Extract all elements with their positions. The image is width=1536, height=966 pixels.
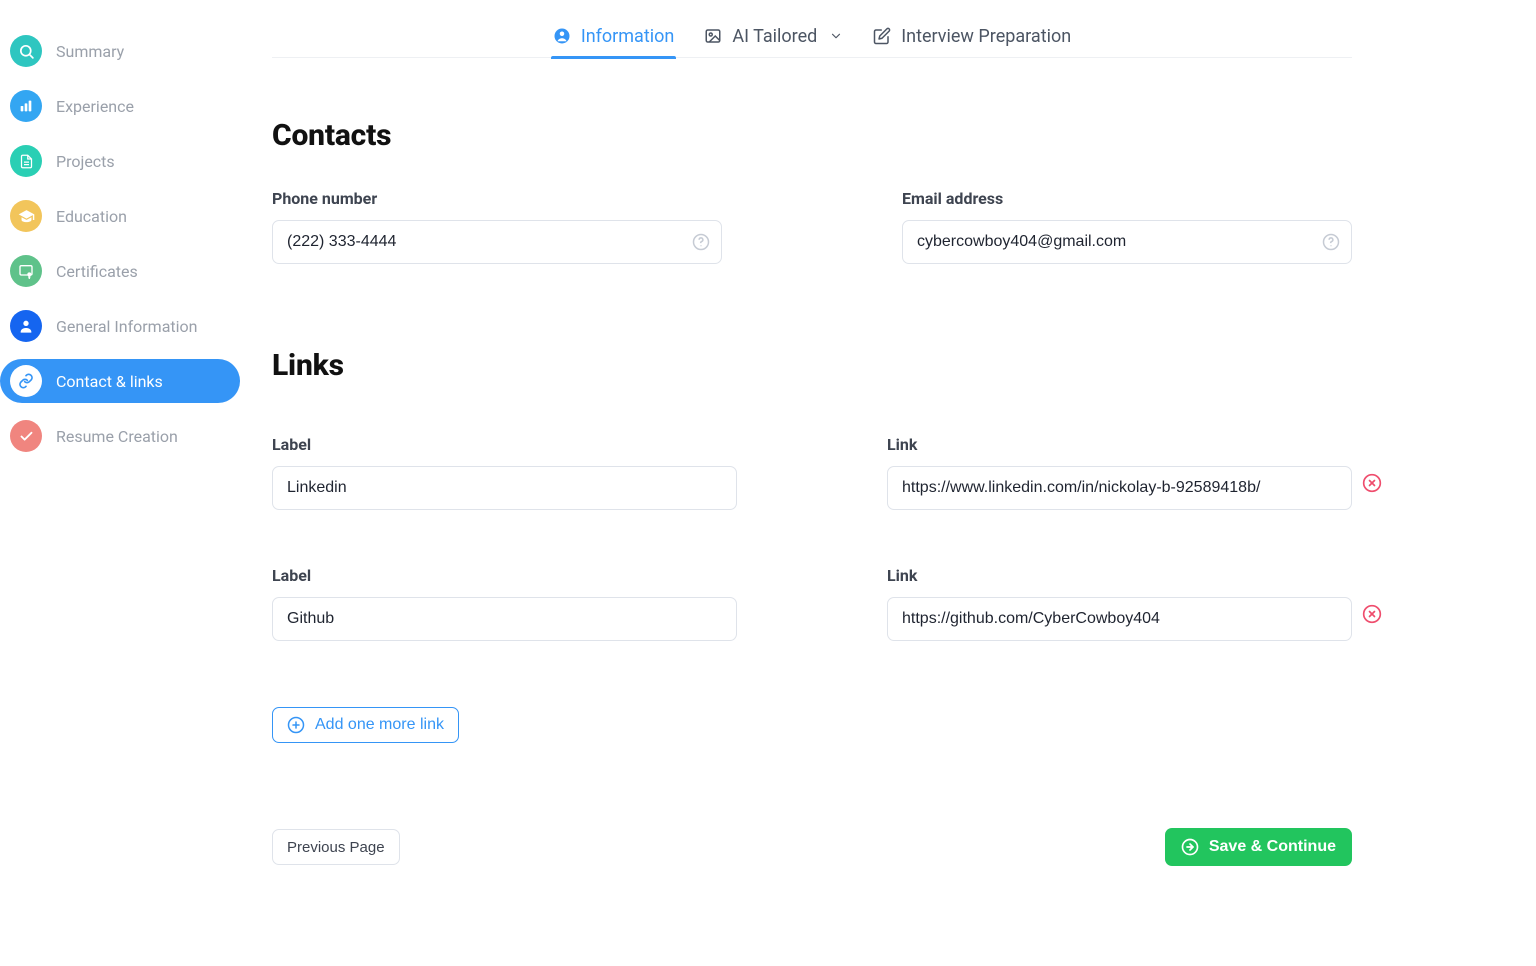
person-circle-icon [553, 27, 571, 45]
sidebar-item-label: Projects [56, 152, 115, 171]
person-icon [10, 310, 42, 342]
link-label-input[interactable] [272, 597, 737, 641]
phone-input[interactable] [272, 220, 722, 264]
bar-chart-icon [10, 90, 42, 122]
footer-actions: Previous Page Save & Continue [272, 828, 1352, 866]
link-url-input[interactable] [887, 466, 1352, 510]
link-label-field: Label [272, 566, 737, 641]
remove-link-button[interactable] [1362, 473, 1382, 493]
certificate-icon [10, 255, 42, 287]
sidebar-item-certificates[interactable]: Certificates [0, 249, 240, 293]
sidebar-item-contact-links[interactable]: Contact & links [0, 359, 240, 403]
contacts-form-row: Phone number Email address [272, 189, 1352, 264]
link-label-input[interactable] [272, 466, 737, 510]
link-url-field: Link [887, 566, 1352, 641]
link-label-field: Label [272, 435, 737, 510]
email-label: Email address [902, 189, 1352, 208]
link-url-input[interactable] [887, 597, 1352, 641]
link-label-heading: Label [272, 566, 737, 585]
sidebar-item-projects[interactable]: Projects [0, 139, 240, 183]
link-url-field: Link [887, 435, 1352, 510]
tab-ai-tailored[interactable]: AI Tailored [702, 14, 845, 58]
help-icon[interactable] [692, 233, 710, 251]
tab-label: AI Tailored [732, 26, 817, 47]
help-icon[interactable] [1322, 233, 1340, 251]
graduation-icon [10, 200, 42, 232]
search-icon [10, 35, 42, 67]
close-circle-icon [1362, 604, 1382, 624]
sidebar-item-education[interactable]: Education [0, 194, 240, 238]
sidebar-item-label: General Information [56, 317, 198, 336]
add-link-label: Add one more link [315, 716, 444, 734]
sidebar-item-label: Contact & links [56, 372, 163, 391]
sidebar-item-experience[interactable]: Experience [0, 84, 240, 128]
check-icon [10, 420, 42, 452]
sidebar-item-label: Resume Creation [56, 427, 178, 446]
phone-label: Phone number [272, 189, 722, 208]
email-field: Email address [902, 189, 1352, 264]
arrow-right-circle-icon [1181, 838, 1199, 856]
sidebar-item-label: Summary [56, 42, 124, 61]
sidebar-item-label: Education [56, 207, 127, 226]
top-tabs: Information AI Tailored Interview Prepar… [272, 14, 1352, 58]
tab-label: Information [581, 26, 675, 47]
link-icon [10, 365, 42, 397]
link-row: Label Link [272, 566, 1352, 641]
link-url-heading: Link [887, 435, 1352, 454]
save-continue-button[interactable]: Save & Continue [1165, 828, 1352, 866]
phone-field: Phone number [272, 189, 722, 264]
tab-interview-preparation[interactable]: Interview Preparation [871, 14, 1073, 58]
contacts-heading: Contacts [272, 118, 1352, 153]
add-link-button[interactable]: Add one more link [272, 707, 459, 743]
email-input[interactable] [902, 220, 1352, 264]
sidebar: Summary Experience Projects Education Ce… [0, 0, 240, 469]
previous-page-button[interactable]: Previous Page [272, 829, 400, 865]
link-row: Label Link [272, 435, 1352, 510]
save-button-label: Save & Continue [1209, 838, 1336, 856]
sidebar-item-general-information[interactable]: General Information [0, 304, 240, 348]
sidebar-item-label: Experience [56, 97, 134, 116]
remove-link-button[interactable] [1362, 604, 1382, 624]
links-heading: Links [272, 348, 1352, 383]
sidebar-item-summary[interactable]: Summary [0, 29, 240, 73]
tab-label: Interview Preparation [901, 26, 1071, 47]
image-icon [704, 27, 722, 45]
tab-information[interactable]: Information [551, 14, 677, 58]
plus-circle-icon [287, 716, 305, 734]
close-circle-icon [1362, 473, 1382, 493]
chevron-down-icon [829, 29, 843, 43]
sidebar-item-resume-creation[interactable]: Resume Creation [0, 414, 240, 458]
link-url-heading: Link [887, 566, 1352, 585]
document-icon [10, 145, 42, 177]
sidebar-item-label: Certificates [56, 262, 138, 281]
links-list: Label Link Label Link [272, 435, 1352, 641]
edit-icon [873, 27, 891, 45]
link-label-heading: Label [272, 435, 737, 454]
